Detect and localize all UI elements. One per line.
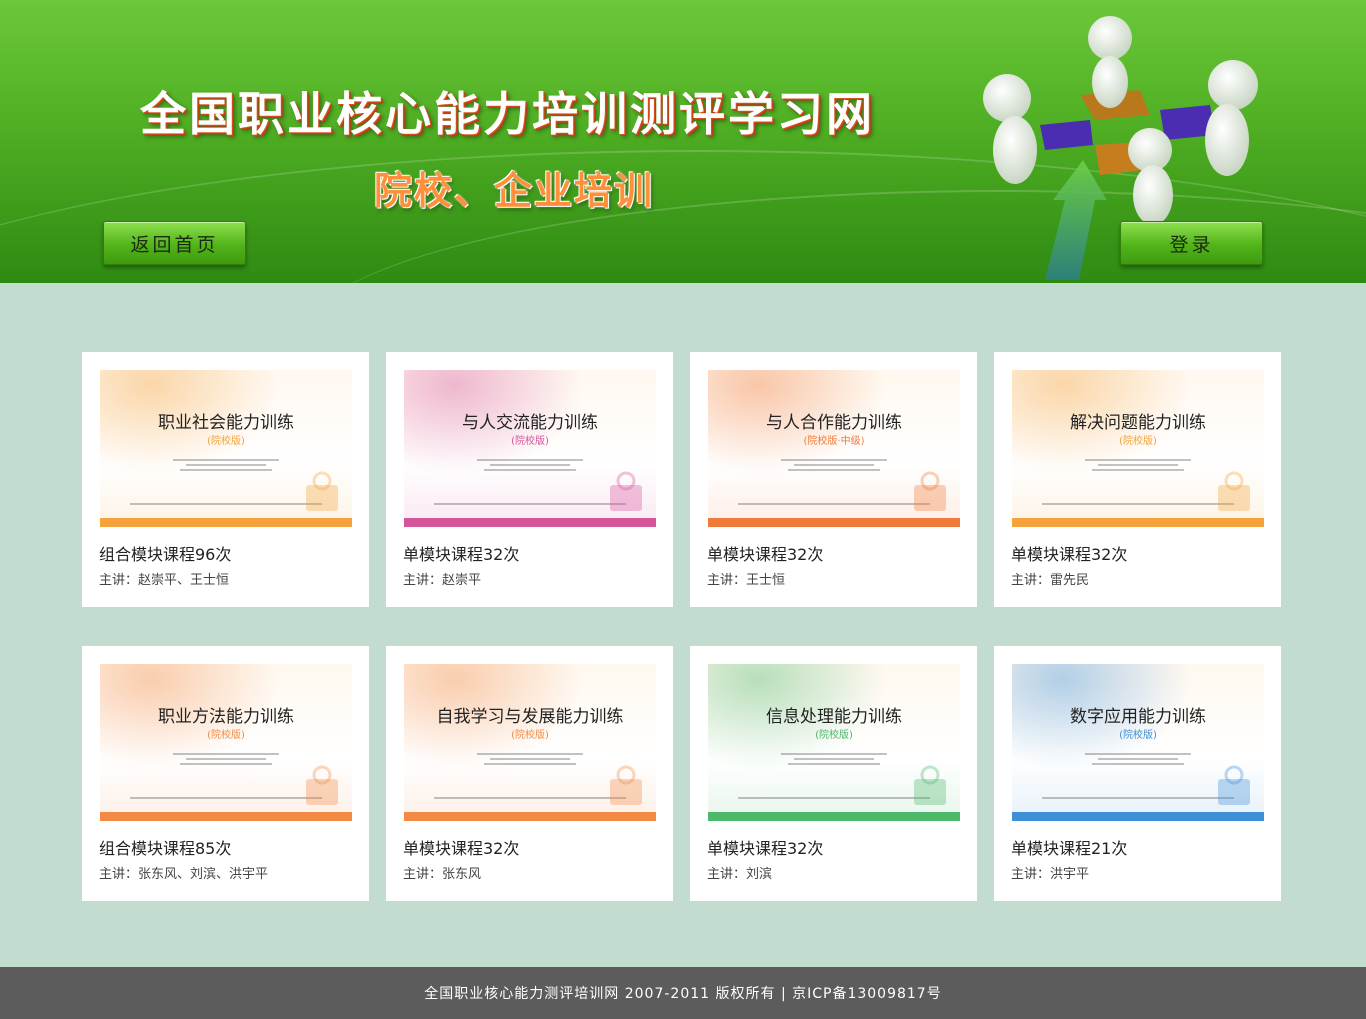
thumbnail-decoration-icon <box>610 471 642 511</box>
course-teacher: 主讲：赵崇平、王士恒 <box>99 573 230 588</box>
thumbnail-footer-line <box>130 503 322 505</box>
course-card[interactable]: 职业方法能力训练 (院校版) 组合模块课程85次主讲：张东风、刘滨、洪宇平 <box>82 646 369 901</box>
thumbnail-bottom-strip <box>404 812 656 821</box>
thumbnail-title: 解决问题能力训练 <box>1070 413 1206 433</box>
course-thumbnail[interactable]: 与人合作能力训练 (院校版·中级) <box>708 370 960 527</box>
course-card[interactable]: 职业社会能力训练 (院校版) 组合模块课程96次主讲：赵崇平、王士恒 <box>82 352 369 607</box>
course-title[interactable]: 单模块课程32次 <box>403 541 519 565</box>
thumbnail-bottom-strip <box>708 812 960 821</box>
course-teacher: 主讲：洪宇平 <box>1011 867 1090 882</box>
home-button[interactable]: 返回首页 <box>103 221 246 265</box>
thumbnail-text-lines <box>1072 750 1204 768</box>
thumbnail-bottom-strip <box>1012 812 1264 821</box>
header-banner: 全国职业核心能力培训测评学习网 院校、企业培训 返回首页 登录 <box>0 0 1366 283</box>
copyright-text: 全国职业核心能力测评培训网 2007-2011 版权所有 | 京ICP备1300… <box>424 986 942 1002</box>
thumbnail-title: 数字应用能力训练 <box>1070 707 1206 727</box>
thumbnail-text-lines <box>768 456 900 474</box>
course-thumbnail[interactable]: 数字应用能力训练 (院校版) <box>1012 664 1264 821</box>
thumbnail-edition: (院校版) <box>207 730 245 741</box>
course-thumbnail[interactable]: 与人交流能力训练 (院校版) <box>404 370 656 527</box>
footer: 全国职业核心能力测评培训网 2007-2011 版权所有 | 京ICP备1300… <box>0 967 1366 1019</box>
thumbnail-bottom-strip <box>708 518 960 527</box>
course-card[interactable]: 与人交流能力训练 (院校版) 单模块课程32次主讲：赵崇平 <box>386 352 673 607</box>
thumbnail-footer-line <box>738 797 930 799</box>
course-title[interactable]: 单模块课程32次 <box>1011 541 1127 565</box>
course-title[interactable]: 单模块课程21次 <box>1011 835 1127 859</box>
course-card[interactable]: 信息处理能力训练 (院校版) 单模块课程32次主讲：刘滨 <box>690 646 977 901</box>
course-thumbnail[interactable]: 信息处理能力训练 (院校版) <box>708 664 960 821</box>
site-subtitle: 院校、企业培训 <box>374 169 655 213</box>
thumbnail-footer-line <box>1042 797 1234 799</box>
course-title[interactable]: 组合模块课程85次 <box>99 835 231 859</box>
thumbnail-edition: (院校版) <box>511 730 549 741</box>
thumbnail-footer-line <box>130 797 322 799</box>
thumbnail-text-lines <box>464 456 596 474</box>
thumbnail-text-lines <box>160 750 292 768</box>
course-title[interactable]: 组合模块课程96次 <box>99 541 231 565</box>
thumbnail-decoration-icon <box>306 765 338 805</box>
thumbnail-decoration-icon <box>1218 471 1250 511</box>
course-thumbnail[interactable]: 自我学习与发展能力训练 (院校版) <box>404 664 656 821</box>
course-title[interactable]: 单模块课程32次 <box>707 541 823 565</box>
course-card[interactable]: 数字应用能力训练 (院校版) 单模块课程21次主讲：洪宇平 <box>994 646 1281 901</box>
thumbnail-edition: (院校版) <box>511 436 549 447</box>
thumbnail-edition: (院校版) <box>207 436 245 447</box>
thumbnail-title: 职业方法能力训练 <box>158 707 294 727</box>
thumbnail-title: 自我学习与发展能力训练 <box>436 707 624 727</box>
thumbnail-footer-line <box>1042 503 1234 505</box>
course-thumbnail[interactable]: 职业社会能力训练 (院校版) <box>100 370 352 527</box>
thumbnail-edition: (院校版·中级) <box>803 436 865 447</box>
course-thumbnail[interactable]: 解决问题能力训练 (院校版) <box>1012 370 1264 527</box>
course-teacher: 主讲：刘滨 <box>707 867 773 882</box>
thumbnail-title: 职业社会能力训练 <box>158 413 294 433</box>
course-card[interactable]: 与人合作能力训练 (院校版·中级) 单模块课程32次主讲：王士恒 <box>690 352 977 607</box>
thumbnail-bottom-strip <box>100 518 352 527</box>
course-teacher: 主讲：赵崇平 <box>403 573 482 588</box>
site-title: 全国职业核心能力培训测评学习网 <box>140 87 875 141</box>
thumbnail-decoration-icon <box>1218 765 1250 805</box>
thumbnail-text-lines <box>160 456 292 474</box>
thumbnail-bottom-strip <box>1012 518 1264 527</box>
thumbnail-edition: (院校版) <box>1119 730 1157 741</box>
thumbnail-footer-line <box>434 797 626 799</box>
course-teacher: 主讲：张东风、刘滨、洪宇平 <box>99 867 269 882</box>
course-thumbnail[interactable]: 职业方法能力训练 (院校版) <box>100 664 352 821</box>
thumbnail-decoration-icon <box>914 471 946 511</box>
thumbnail-decoration-icon <box>914 765 946 805</box>
thumbnail-edition: (院校版) <box>815 730 853 741</box>
thumbnail-text-lines <box>1072 456 1204 474</box>
thumbnail-footer-line <box>738 503 930 505</box>
thumbnail-footer-line <box>434 503 626 505</box>
thumbnail-text-lines <box>768 750 900 768</box>
thumbnail-bottom-strip <box>404 518 656 527</box>
thumbnail-title: 与人合作能力训练 <box>766 413 902 433</box>
thumbnail-decoration-icon <box>610 765 642 805</box>
login-button[interactable]: 登录 <box>1120 221 1263 265</box>
thumbnail-decoration-icon <box>306 471 338 511</box>
course-title[interactable]: 单模块课程32次 <box>707 835 823 859</box>
thumbnail-title: 与人交流能力训练 <box>462 413 598 433</box>
thumbnail-title: 信息处理能力训练 <box>766 707 902 727</box>
course-title[interactable]: 单模块课程32次 <box>403 835 519 859</box>
course-card[interactable]: 自我学习与发展能力训练 (院校版) 单模块课程32次主讲：张东风 <box>386 646 673 901</box>
thumbnail-bottom-strip <box>100 812 352 821</box>
thumbnail-text-lines <box>464 750 596 768</box>
course-teacher: 主讲：张东风 <box>403 867 482 882</box>
course-teacher: 主讲：王士恒 <box>707 573 786 588</box>
course-teacher: 主讲：雷先民 <box>1011 573 1090 588</box>
course-card[interactable]: 解决问题能力训练 (院校版) 单模块课程32次主讲：雷先民 <box>994 352 1281 607</box>
thumbnail-edition: (院校版) <box>1119 436 1157 447</box>
